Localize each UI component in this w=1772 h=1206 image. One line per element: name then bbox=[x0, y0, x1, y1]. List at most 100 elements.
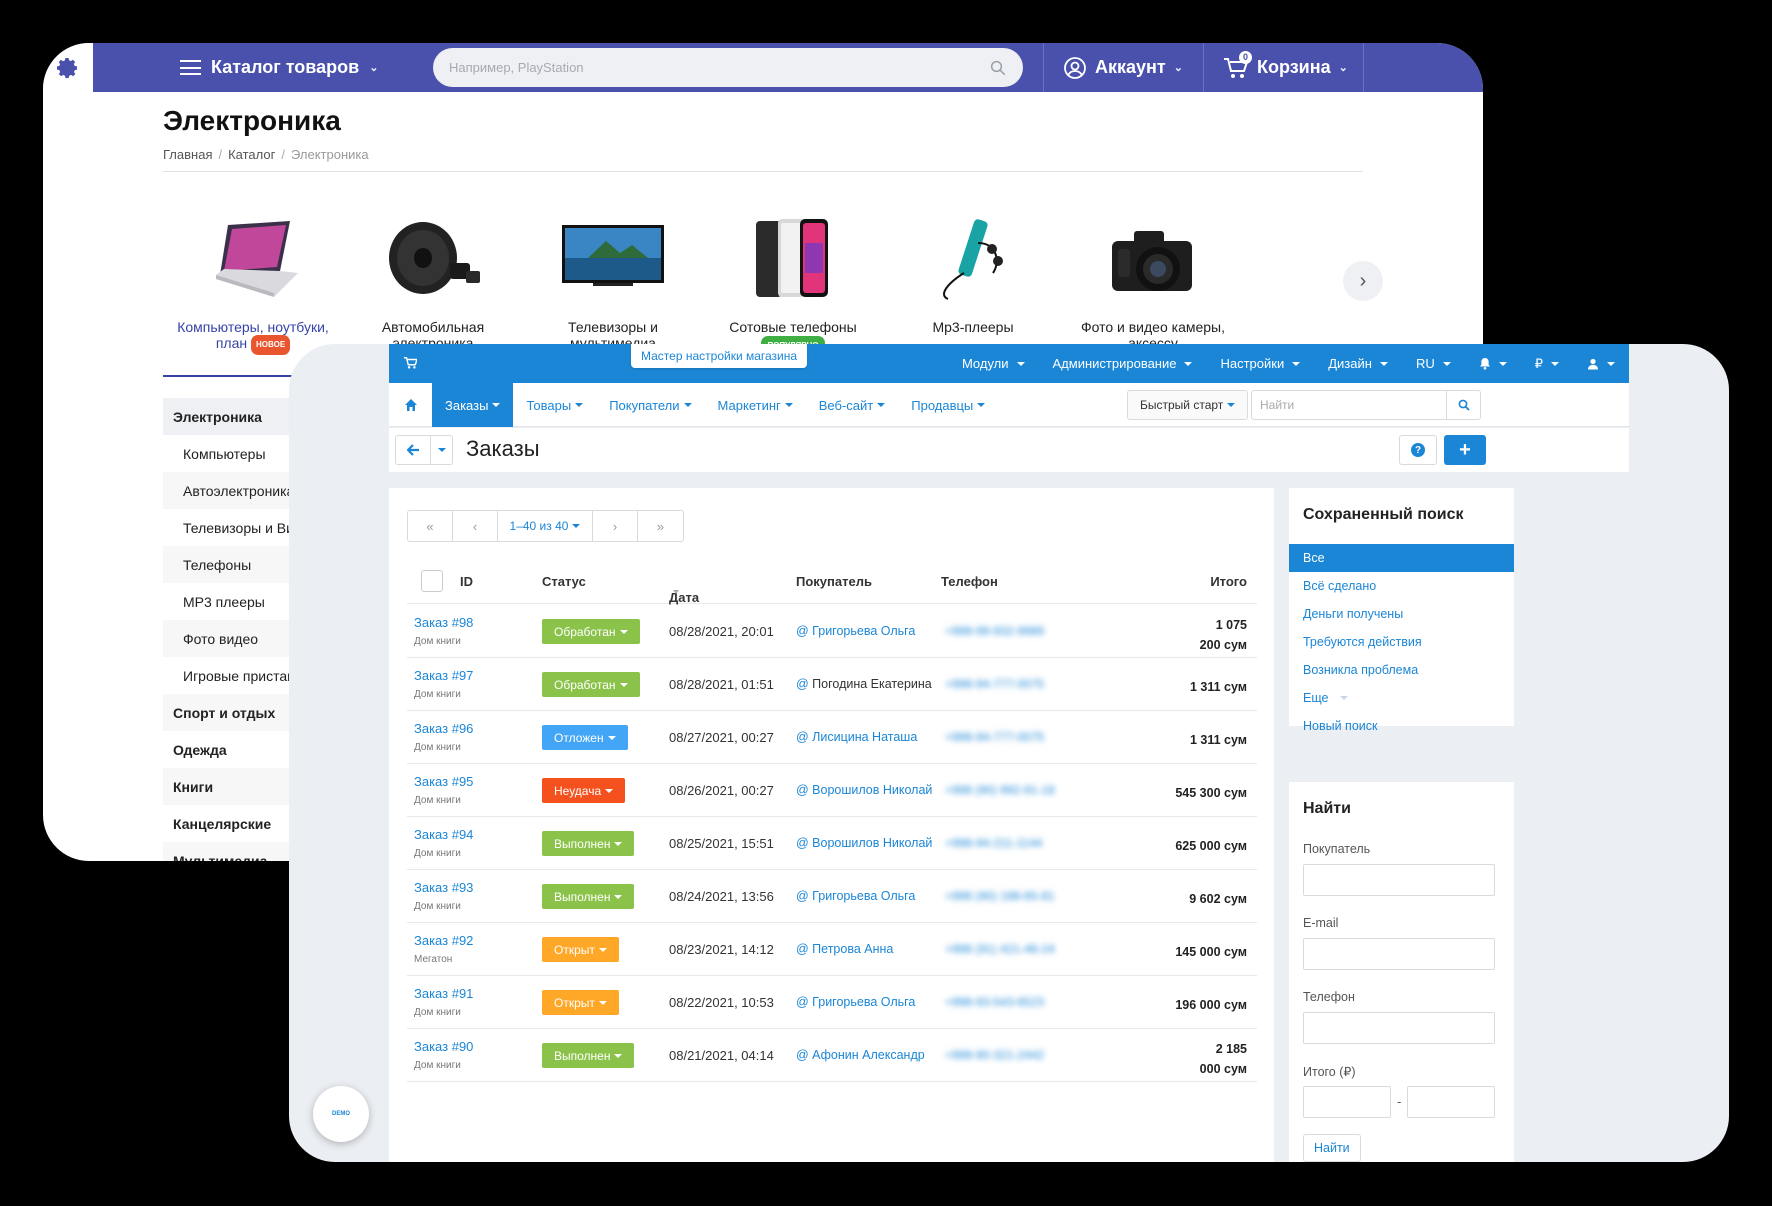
notifications-button[interactable] bbox=[1465, 357, 1521, 370]
category-card[interactable]: Mp3-плееры bbox=[883, 203, 1063, 335]
phone-link[interactable]: +998-94-777-0075 bbox=[945, 730, 1044, 744]
status-dropdown[interactable]: Открыт bbox=[542, 990, 619, 1015]
next-page-button[interactable]: › bbox=[593, 511, 638, 541]
order-id-link[interactable]: Заказ #95 bbox=[414, 774, 473, 789]
settings-button[interactable] bbox=[43, 43, 93, 92]
email-field[interactable] bbox=[1303, 938, 1495, 970]
setup-wizard-link[interactable]: Мастер настройки магазина bbox=[631, 344, 808, 368]
col-status[interactable]: Статус bbox=[542, 574, 586, 589]
order-id-link[interactable]: Заказ #91 bbox=[414, 986, 473, 1001]
saved-search-paid[interactable]: Деньги получены bbox=[1289, 600, 1514, 628]
customer-link[interactable]: @ Ворошилов Николай bbox=[796, 783, 932, 797]
status-dropdown[interactable]: Выполнен bbox=[542, 884, 635, 909]
table-row[interactable]: Заказ #95 Дом книги Неудача 08/26/2021, 00:… bbox=[407, 764, 1257, 817]
breadcrumb-catalog[interactable]: Каталог bbox=[228, 147, 275, 162]
table-row[interactable]: Заказ #92 Мегатон Открыт 08/23/2021, 14:12 @… bbox=[407, 923, 1257, 976]
table-row[interactable]: Заказ #94 Дом книги Выполнен 08/25/2021, 15… bbox=[407, 817, 1257, 870]
select-all-checkbox[interactable] bbox=[421, 570, 443, 592]
order-id-link[interactable]: Заказ #92 bbox=[414, 933, 473, 948]
order-id-link[interactable]: Заказ #93 bbox=[414, 880, 473, 895]
help-button[interactable]: ? bbox=[1399, 435, 1437, 465]
col-customer[interactable]: Покупатель bbox=[796, 574, 872, 589]
status-dropdown[interactable]: Обработан bbox=[542, 672, 640, 697]
user-menu-button[interactable] bbox=[1573, 358, 1629, 370]
menu-modules[interactable]: Модули bbox=[948, 356, 1039, 371]
search-icon[interactable] bbox=[989, 59, 1007, 77]
phone-link[interactable]: +998-94-211-1144 bbox=[945, 836, 1042, 850]
back-dropdown-button[interactable] bbox=[431, 435, 453, 465]
cart-icon[interactable] bbox=[403, 356, 417, 370]
phone-field[interactable] bbox=[1303, 1012, 1495, 1044]
tab-customers[interactable]: Покупатели bbox=[596, 383, 704, 427]
category-card[interactable]: Компьютеры, ноутбуки, план НОВОЕ bbox=[163, 203, 343, 355]
category-card[interactable]: Автомобильная электроника bbox=[343, 203, 523, 351]
customer-field[interactable] bbox=[1303, 864, 1495, 896]
home-button[interactable] bbox=[389, 383, 432, 427]
col-phone[interactable]: Телефон bbox=[941, 574, 998, 589]
menu-design[interactable]: Дизайн bbox=[1314, 356, 1402, 371]
phone-link[interactable]: +998 (90) 188-65-81 bbox=[945, 889, 1055, 903]
total-to-field[interactable] bbox=[1407, 1086, 1495, 1118]
tab-orders[interactable]: Заказы bbox=[432, 383, 514, 427]
status-dropdown[interactable]: Неудача bbox=[542, 778, 626, 803]
customer-link[interactable]: @ Лисицина Наташа bbox=[796, 730, 917, 744]
table-row[interactable]: Заказ #90 Дом книги Выполнен 08/21/2021, 04… bbox=[407, 1029, 1257, 1082]
prev-page-button[interactable]: ‹ bbox=[453, 511, 498, 541]
add-order-button[interactable]: + bbox=[1444, 435, 1486, 465]
phone-link[interactable]: +998-90-321-2442 bbox=[945, 1048, 1044, 1062]
admin-search-button[interactable] bbox=[1446, 391, 1480, 419]
col-total[interactable]: Итого bbox=[1210, 574, 1247, 589]
status-dropdown[interactable]: Выполнен bbox=[542, 831, 635, 856]
admin-search-input[interactable]: Найти bbox=[1251, 390, 1481, 420]
table-row[interactable]: Заказ #98 Дом книги Обработан 08/28/2021, 2… bbox=[407, 605, 1257, 658]
phone-link[interactable]: +998 (90) 992-91-18 bbox=[945, 783, 1055, 797]
customer-link[interactable]: @ Григорьева Ольга bbox=[796, 624, 915, 638]
breadcrumb-home[interactable]: Главная bbox=[163, 147, 212, 162]
saved-search-new[interactable]: Новый поиск bbox=[1289, 712, 1514, 740]
table-row[interactable]: Заказ #93 Дом книги Выполнен 08/24/2021, 13… bbox=[407, 870, 1257, 923]
currency-select[interactable]: ₽ bbox=[1521, 356, 1573, 372]
total-from-field[interactable] bbox=[1303, 1086, 1391, 1118]
store-search-input[interactable]: Например, PlayStation bbox=[433, 48, 1023, 87]
find-submit-button[interactable]: Найти bbox=[1303, 1134, 1361, 1162]
tab-vendors[interactable]: Продавцы bbox=[898, 383, 998, 427]
order-id-link[interactable]: Заказ #94 bbox=[414, 827, 473, 842]
customer-link[interactable]: @ Афонин Александр bbox=[796, 1048, 925, 1062]
saved-search-more[interactable]: Еще bbox=[1289, 684, 1514, 712]
col-id[interactable]: ID bbox=[460, 574, 473, 589]
order-id-link[interactable]: Заказ #96 bbox=[414, 721, 473, 736]
table-row[interactable]: Заказ #91 Дом книги Открыт 08/22/2021, 10:5… bbox=[407, 976, 1257, 1029]
cart-button[interactable]: 0 Корзина ⌄ bbox=[1223, 43, 1348, 92]
order-id-link[interactable]: Заказ #90 bbox=[414, 1039, 473, 1054]
customer-link[interactable]: @ Ворошилов Николай bbox=[796, 836, 932, 850]
demo-badge[interactable]: DEMO bbox=[313, 1086, 369, 1142]
tab-website[interactable]: Веб-сайт bbox=[806, 383, 898, 427]
category-card[interactable]: Фото и видео камеры, аксессу bbox=[1063, 203, 1243, 351]
saved-search-all[interactable]: Все bbox=[1289, 544, 1514, 572]
tab-marketing[interactable]: Маркетинг bbox=[705, 383, 806, 427]
table-row[interactable]: Заказ #97 Дом книги Обработан 08/28/2021, 0… bbox=[407, 658, 1257, 711]
table-row[interactable]: Заказ #96 Дом книги Отложен 08/27/2021, 00:… bbox=[407, 711, 1257, 764]
back-button[interactable] bbox=[395, 435, 431, 465]
phone-link[interactable]: +998-94-777-0075 bbox=[945, 677, 1044, 691]
saved-search-problem[interactable]: Возникла проблема bbox=[1289, 656, 1514, 684]
status-dropdown[interactable]: Обработан bbox=[542, 619, 640, 644]
category-card[interactable]: Сотовые телефоныПОПУЛЯРНО bbox=[703, 203, 883, 356]
order-id-link[interactable]: Заказ #98 bbox=[414, 615, 473, 630]
tab-products[interactable]: Товары bbox=[513, 383, 596, 427]
saved-search-action-required[interactable]: Требуются действия bbox=[1289, 628, 1514, 656]
customer-link[interactable]: @ Петрова Анна bbox=[796, 942, 893, 956]
last-page-button[interactable]: » bbox=[638, 511, 683, 541]
phone-link[interactable]: +998-93-543-6523 bbox=[945, 995, 1044, 1009]
account-button[interactable]: Аккаунт ⌄ bbox=[1063, 43, 1183, 92]
customer-link[interactable]: @ Григорьева Ольга bbox=[796, 995, 915, 1009]
status-dropdown[interactable]: Выполнен bbox=[542, 1043, 635, 1068]
phone-link[interactable]: +998 (91) 421-48-24 bbox=[945, 942, 1055, 956]
status-dropdown[interactable]: Отложен bbox=[542, 725, 628, 750]
page-range-select[interactable]: 1–40 из 40 bbox=[498, 511, 593, 541]
phone-link[interactable]: +998-99-932-9989 bbox=[945, 624, 1044, 638]
quick-start-button[interactable]: Быстрый старт bbox=[1127, 390, 1249, 420]
catalog-menu-button[interactable]: Каталог товаров ⌄ bbox=[180, 43, 378, 92]
first-page-button[interactable]: « bbox=[408, 511, 453, 541]
menu-settings[interactable]: Настройки bbox=[1206, 356, 1314, 371]
